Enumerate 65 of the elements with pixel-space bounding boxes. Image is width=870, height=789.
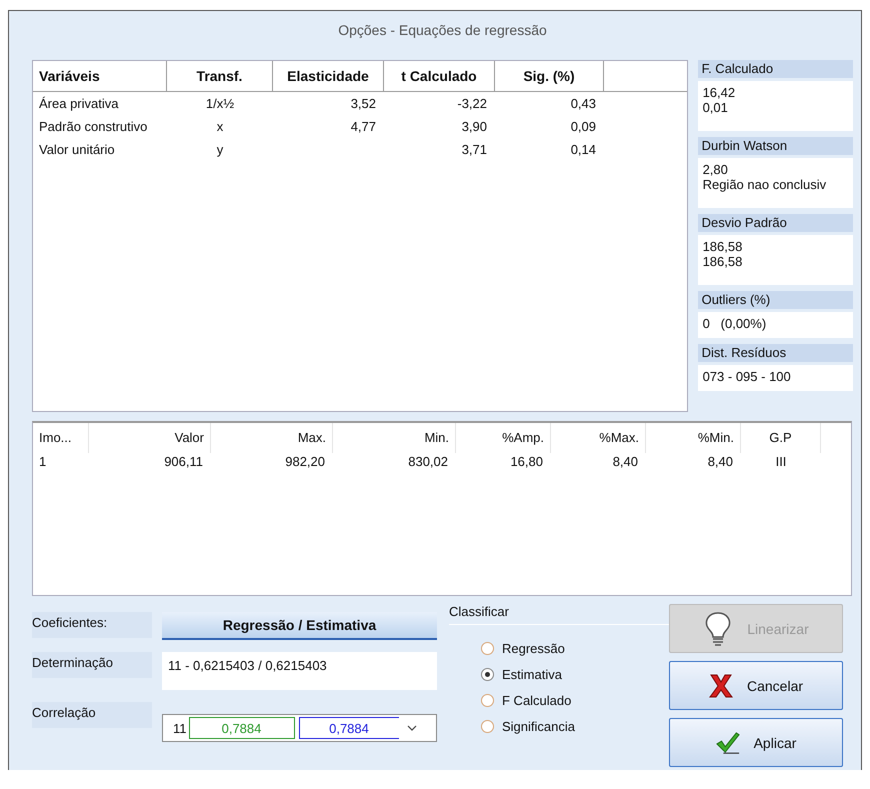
radio-label[interactable]: Estimativa: [502, 666, 562, 682]
dropdown-text: 11: [173, 720, 186, 736]
group-title: Classificar: [449, 604, 669, 625]
table-cell-text: 3,71: [460, 142, 488, 157]
column-header[interactable]: G.P: [741, 423, 821, 453]
field-label: Determinação: [32, 652, 152, 678]
chevron-down-icon[interactable]: [406, 725, 416, 731]
stat-value: 0 (0,00%): [698, 312, 853, 338]
table-cell-text: Valor unitário: [38, 142, 116, 157]
table-cell-text: y: [216, 142, 224, 157]
radio-button[interactable]: [481, 668, 494, 680]
radio-button[interactable]: [481, 720, 494, 732]
column-header[interactable]: %Amp.: [456, 423, 551, 453]
table-cell-text: 982,20: [284, 453, 326, 471]
button[interactable]: Aplicar: [669, 718, 843, 767]
window-title: Opções - Equações de regressão: [337, 21, 548, 40]
section-header: Regressão / Estimativa: [162, 612, 437, 640]
table-cell-text: x: [216, 119, 224, 134]
table-cell-text: Área privativa: [38, 96, 120, 111]
column-header[interactable]: %Max.: [551, 423, 646, 453]
stat-label: F. Calculado: [698, 60, 853, 78]
column-header[interactable]: Max.: [211, 423, 333, 453]
table-cell-text: 0,43: [570, 96, 597, 111]
x-icon: [708, 672, 733, 698]
table-cell-text: 3,90: [460, 119, 488, 134]
table-cell-text: 0,14: [570, 142, 597, 157]
radio-label[interactable]: Significancia: [502, 718, 575, 734]
column-header[interactable]: %Min.: [646, 423, 741, 453]
column-header[interactable]: Min.: [333, 423, 456, 453]
table-cell-text: -3,22: [456, 96, 488, 111]
stat-label: Outliers (%): [698, 291, 853, 309]
stat-label: Durbin Watson: [698, 137, 853, 155]
radio-label[interactable]: F Calculado: [502, 692, 572, 708]
correlation-value: 0,7884: [298, 717, 398, 739]
table-cell-text: 8,40: [612, 453, 639, 471]
table-cell-text: 0,09: [570, 119, 597, 134]
column-header[interactable]: Imo...: [33, 423, 89, 453]
field-label: Correlação: [32, 702, 152, 728]
table-cell-text: III: [774, 453, 788, 471]
table-cell-text: 3,52: [350, 96, 377, 111]
stat-value: 2,80 Região nao conclusiv: [698, 158, 853, 208]
stat-label: Dist. Resíduos: [698, 344, 853, 362]
lightbulb-icon: [703, 610, 734, 646]
table-cell-text: 8,40: [706, 453, 734, 471]
stat-label: Desvio Padrão: [698, 214, 853, 232]
table-cell-text: 16,80: [509, 453, 544, 471]
value-field: 11 - 0,6215403 / 0,6215403: [162, 652, 437, 690]
stat-value: 16,42 0,01: [698, 81, 853, 131]
table-cell-text: Padrão construtivo: [38, 119, 148, 134]
correlation-dropdown[interactable]: 11 0,7884 0,7884: [162, 714, 437, 742]
table-cell-text: 830,02: [407, 453, 449, 471]
correlation-value: 0,7884: [188, 717, 294, 739]
column-header[interactable]: Valor: [89, 423, 211, 453]
table-cell-text: 906,11: [163, 453, 204, 471]
table-cell-text: 1: [38, 453, 48, 471]
check-icon: [716, 730, 740, 756]
table-cell-text: 1/x½: [204, 96, 236, 111]
stat-value: 186,58 186,58: [698, 235, 853, 285]
stat-value: 073 - 095 - 100: [698, 365, 853, 391]
radio-button[interactable]: [481, 694, 494, 706]
radio-button[interactable]: [481, 642, 494, 654]
field-label: Coeficientes:: [32, 612, 152, 638]
button[interactable]: Cancelar: [669, 661, 843, 710]
radio-label[interactable]: Regressão: [502, 640, 565, 656]
table-cell-text: 4,77: [350, 119, 377, 134]
